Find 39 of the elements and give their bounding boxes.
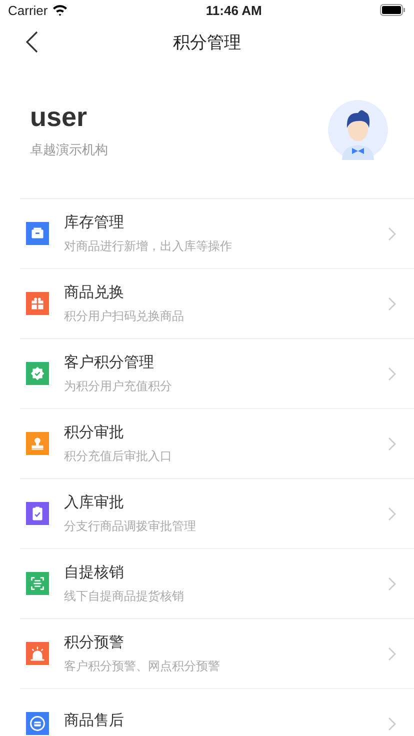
chevron-icon bbox=[388, 436, 396, 450]
chevron-icon bbox=[388, 226, 396, 240]
avatar-icon bbox=[328, 100, 388, 160]
chevron-icon bbox=[388, 366, 396, 380]
page-title: 积分管理 bbox=[173, 32, 241, 54]
menu-item-subtitle: 对商品进行新增，出入库等操作 bbox=[64, 238, 233, 254]
wifi-icon bbox=[52, 4, 68, 16]
menu-item-title: 积分预警 bbox=[64, 632, 125, 652]
chevron-icon bbox=[388, 716, 396, 730]
user-name: user bbox=[30, 102, 88, 132]
menu-item-title: 商品售后 bbox=[64, 711, 125, 730]
menu-item-subtitle: 客户积分预警、网点积分预警 bbox=[64, 658, 221, 674]
menu-item[interactable]: 客户积分管理 为积分用户充值积分 bbox=[20, 338, 414, 408]
menu-item-title: 积分审批 bbox=[64, 422, 125, 442]
menu-item[interactable]: 商品兑换 积分用户扫码兑换商品 bbox=[20, 268, 414, 338]
menu-item-title: 库存管理 bbox=[64, 212, 125, 232]
menu-item[interactable]: 自提核销 线下自提商品提货核销 bbox=[20, 548, 414, 618]
menu-item[interactable]: 积分审批 积分充值后审批入口 bbox=[20, 408, 414, 478]
menu-item-title: 自提核销 bbox=[64, 562, 125, 582]
clock-time: 11:46 AM bbox=[206, 2, 262, 18]
chevron-icon bbox=[388, 576, 396, 590]
chevron-icon bbox=[388, 506, 396, 520]
chevron-icon bbox=[388, 646, 396, 660]
menu-item[interactable]: 积分预警 客户积分预警、网点积分预警 bbox=[20, 618, 414, 688]
menu-item-subtitle: 积分充值后审批入口 bbox=[64, 448, 173, 464]
menu-item-title: 客户积分管理 bbox=[64, 352, 155, 372]
menu-item-title: 商品兑换 bbox=[64, 282, 125, 302]
carrier-text: Carrier bbox=[8, 2, 48, 18]
menu-item[interactable]: 库存管理 对商品进行新增，出入库等操作 bbox=[20, 198, 414, 268]
menu-item-subtitle: 线下自提商品提货核销 bbox=[64, 588, 185, 604]
organization-name: 卓越演示机构 bbox=[30, 142, 108, 158]
chevron-icon bbox=[388, 296, 396, 310]
menu-item[interactable]: 商品售后 bbox=[20, 688, 414, 736]
menu-item[interactable]: 入库审批 分支行商品调拨审批管理 bbox=[20, 478, 414, 548]
menu-item-subtitle: 为积分用户充值积分 bbox=[64, 378, 173, 394]
menu-item-subtitle: 积分用户扫码兑换商品 bbox=[64, 308, 185, 324]
battery-icon bbox=[380, 4, 406, 16]
menu-item-title: 入库审批 bbox=[64, 492, 125, 512]
menu-item-subtitle: 分支行商品调拨审批管理 bbox=[64, 518, 197, 534]
